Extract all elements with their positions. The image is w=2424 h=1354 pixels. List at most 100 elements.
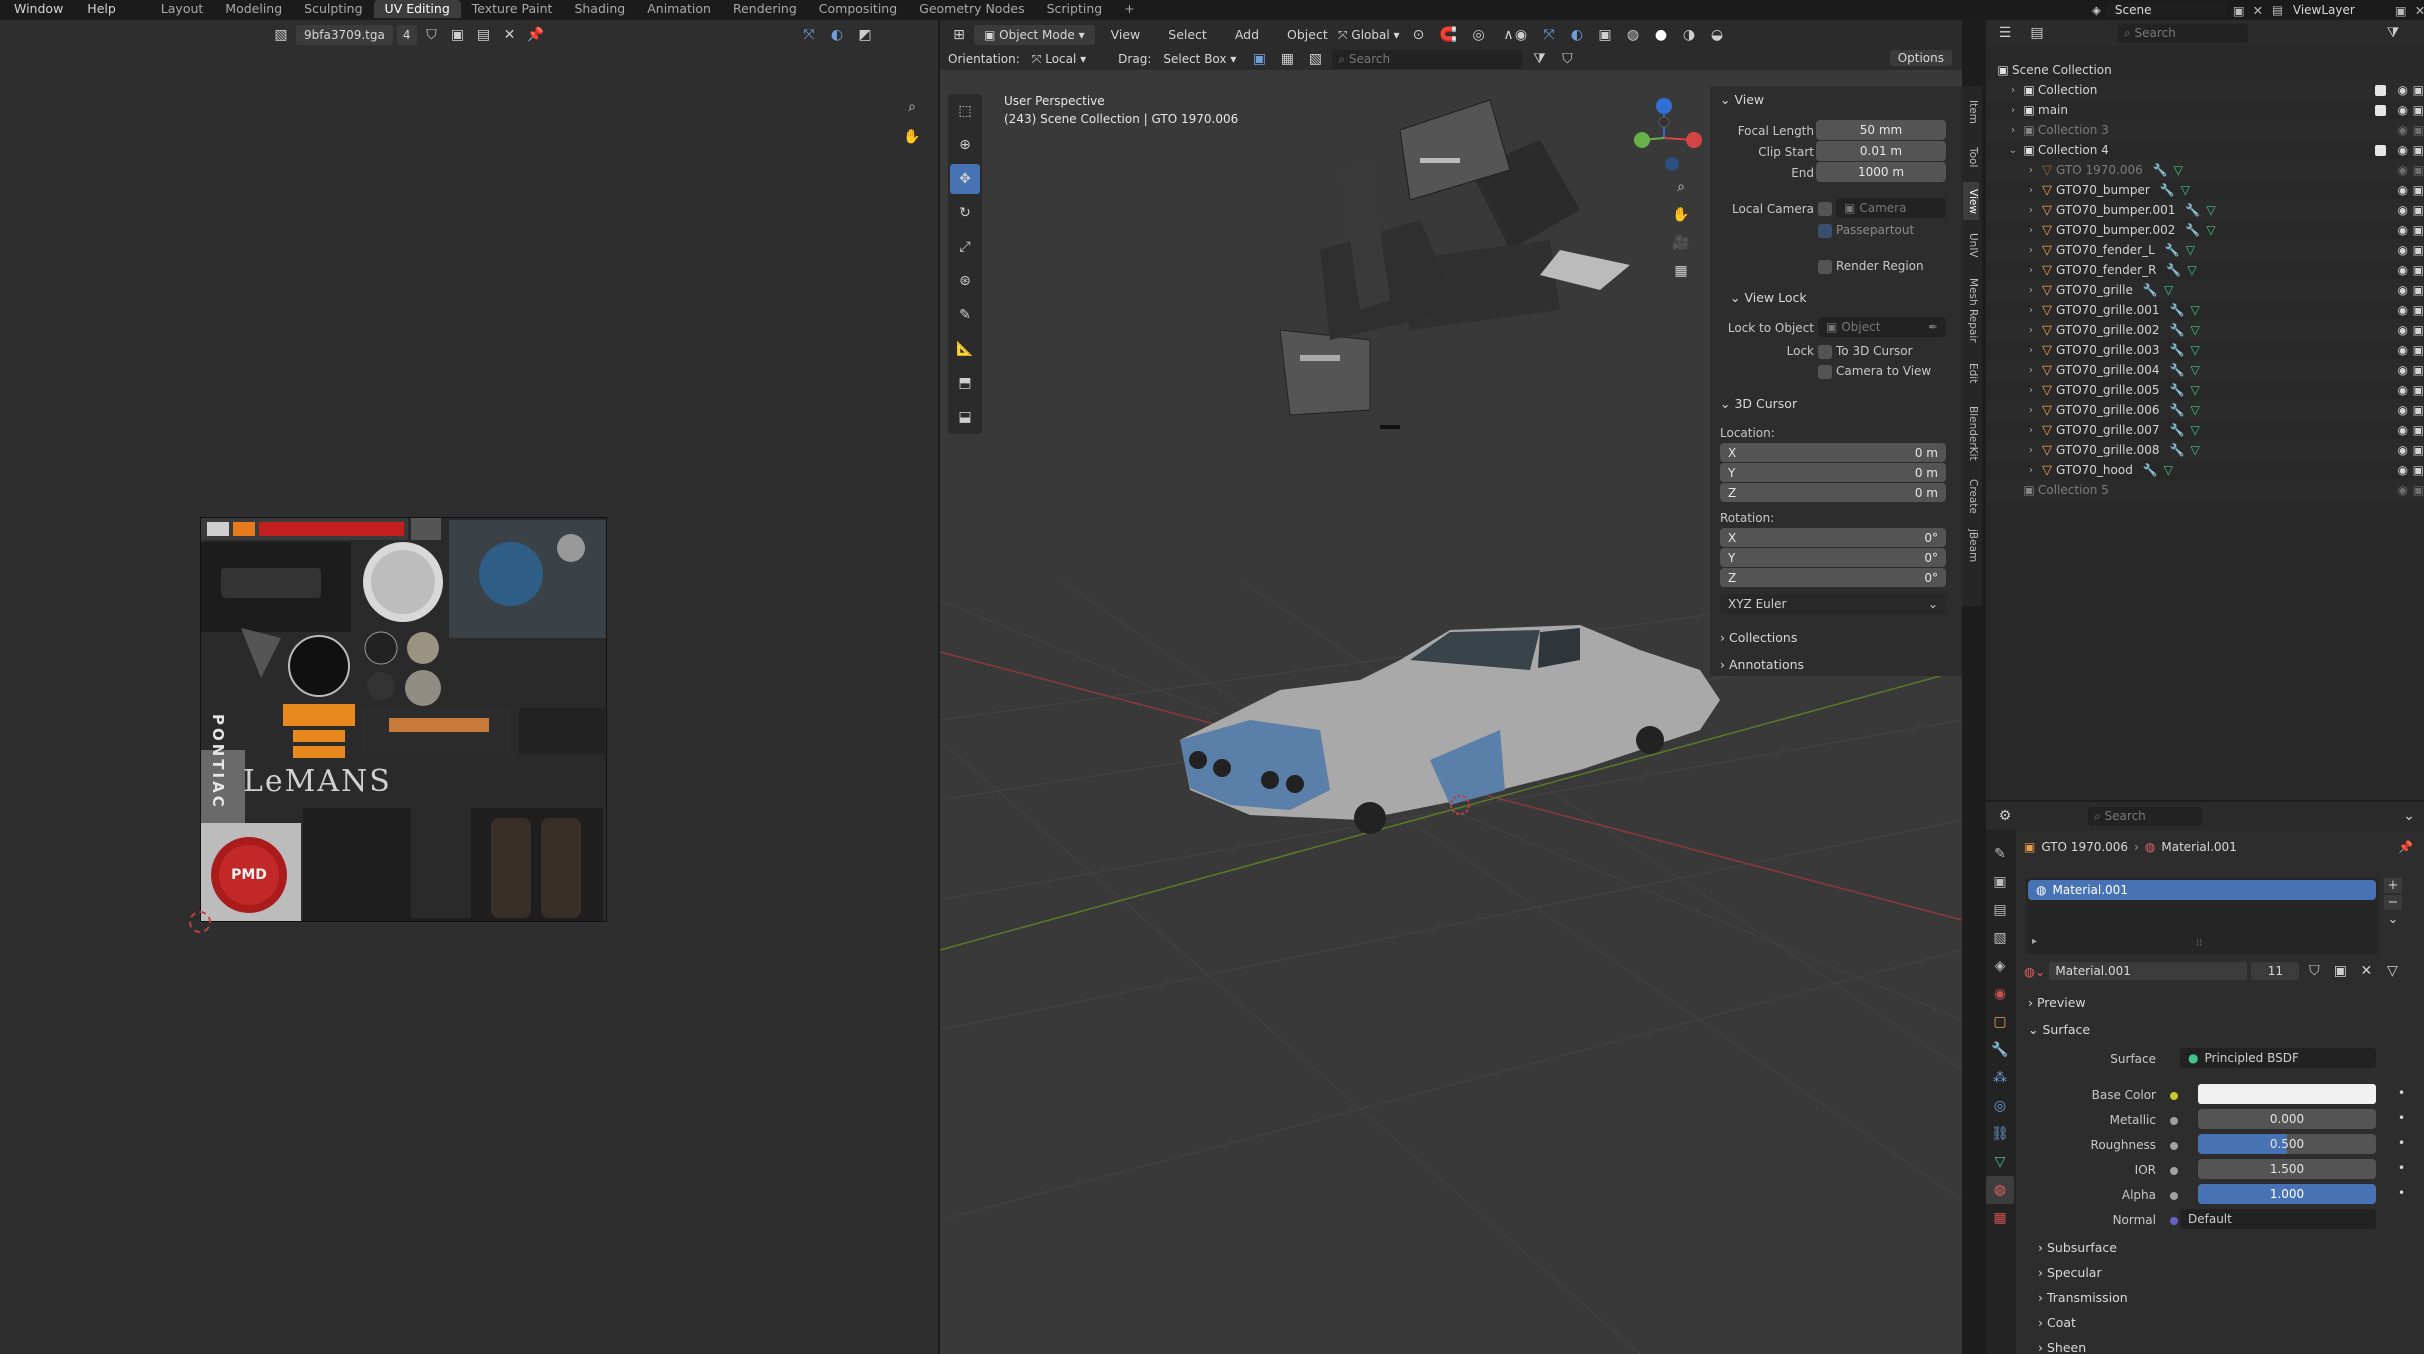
ortho-toggle-icon[interactable]: ▦ bbox=[1670, 260, 1692, 282]
render-camera-icon[interactable]: ▣ bbox=[2413, 123, 2424, 137]
clip-start-field[interactable]: 0.01 m bbox=[1816, 141, 1946, 161]
expand-toggle-icon[interactable]: › bbox=[2024, 185, 2038, 196]
particles-tab-icon[interactable]: ⁂ bbox=[1986, 1064, 2014, 1092]
outliner-object-row[interactable]: › ▽ GTO70_grille 🔧 ▽ ◉ ▣ bbox=[1986, 280, 2424, 300]
output-tab-icon[interactable]: ▤ bbox=[1986, 896, 2014, 924]
material-fake-user-icon[interactable]: ⛉ bbox=[2303, 960, 2325, 982]
outliner-object-row[interactable]: › ▽ GTO70_hood 🔧 ▽ ◉ ▣ bbox=[1986, 460, 2424, 480]
tab-univ[interactable]: UnIV bbox=[1963, 228, 1979, 262]
slot-resize-handle[interactable]: ⁝⁝ bbox=[2196, 938, 2202, 949]
render-camera-icon[interactable]: ▣ bbox=[2413, 143, 2424, 157]
render-region-checkbox[interactable] bbox=[1818, 260, 1832, 274]
outliner-collection-row[interactable]: ⌄ ▣ Collection 4 ◉ ▣ bbox=[1986, 140, 2424, 160]
gizmo-icon[interactable]: ⤧ bbox=[1538, 24, 1560, 46]
render-camera-icon[interactable]: ▣ bbox=[2413, 283, 2424, 297]
slot-specials-icon[interactable]: ⌄ bbox=[2384, 912, 2402, 927]
overlays-icon[interactable]: ◐ bbox=[1566, 24, 1588, 46]
location-y-field[interactable]: Y 0 m bbox=[1720, 463, 1946, 482]
3d-cursor-section-header[interactable]: ⌄ 3D Cursor bbox=[1720, 396, 1797, 411]
unlink-material-icon[interactable]: ✕ bbox=[2355, 960, 2377, 982]
alpha-socket-icon[interactable] bbox=[2170, 1192, 2178, 1200]
visibility-eye-icon[interactable]: ◉ bbox=[2398, 443, 2408, 457]
visibility-eye-icon[interactable]: ◉ bbox=[2398, 243, 2408, 257]
visibility-eye-icon[interactable]: ◉ bbox=[2398, 343, 2408, 357]
rotation-x-field[interactable]: X 0° bbox=[1720, 528, 1946, 547]
annotations-section-header[interactable]: › Annotations bbox=[1720, 657, 1804, 672]
render-camera-icon[interactable]: ▣ bbox=[2413, 163, 2424, 177]
new-image-icon[interactable]: ▣ bbox=[447, 24, 469, 46]
menu-window[interactable]: Window bbox=[0, 0, 75, 18]
outliner-object-row[interactable]: › ▽ GTO70_grille.008 🔧 ▽ ◉ ▣ bbox=[1986, 440, 2424, 460]
object-tab-icon[interactable]: ▢ bbox=[1986, 1008, 2014, 1036]
expand-toggle-icon[interactable]: › bbox=[2024, 325, 2038, 336]
render-camera-icon[interactable]: ▣ bbox=[2413, 183, 2424, 197]
scene-collection-row[interactable]: ▣ Scene Collection bbox=[1986, 60, 2424, 80]
rendered-shading-icon[interactable]: ◒ bbox=[1706, 24, 1728, 46]
expand-toggle-icon[interactable]: › bbox=[2024, 365, 2038, 376]
render-camera-icon[interactable]: ▣ bbox=[2413, 223, 2424, 237]
render-camera-icon[interactable]: ▣ bbox=[2413, 423, 2424, 437]
visibility-eye-icon[interactable]: ◉ bbox=[2398, 83, 2408, 97]
subsection-sheen[interactable]: › Sheen bbox=[2038, 1340, 2086, 1354]
material-tab-icon[interactable]: ◍ bbox=[1986, 1176, 2014, 1204]
render-tab-icon[interactable]: ▣ bbox=[1986, 868, 2014, 896]
shield-icon[interactable]: ⛉ bbox=[1556, 48, 1578, 70]
tab-tool[interactable]: Tool bbox=[1963, 140, 1979, 174]
outliner-object-row[interactable]: › ▽ GTO 1970.006 🔧 ▽ ◉ ▣ bbox=[1986, 160, 2424, 180]
menu-object[interactable]: Object bbox=[1275, 26, 1340, 44]
scene-name[interactable]: Scene bbox=[2106, 3, 2227, 17]
expand-toggle-icon[interactable]: › bbox=[2024, 465, 2038, 476]
snap-icon[interactable]: 🧲 bbox=[1438, 24, 1460, 46]
visibility-eye-icon[interactable]: ◉ bbox=[2398, 423, 2408, 437]
visibility-eye-icon[interactable]: ◉ bbox=[2398, 123, 2408, 137]
exclude-checkbox[interactable] bbox=[2375, 144, 2386, 156]
select-mode-extend-icon[interactable]: ▦ bbox=[1276, 48, 1298, 70]
pan-view-icon[interactable]: ✋ bbox=[1670, 204, 1692, 226]
render-camera-icon[interactable]: ▣ bbox=[2413, 363, 2424, 377]
visibility-eye-icon[interactable]: ◉ bbox=[2398, 463, 2408, 477]
subsection-subsurface[interactable]: › Subsurface bbox=[2038, 1240, 2117, 1255]
link-mode-icon[interactable]: ▽ bbox=[2381, 960, 2403, 982]
camera-to-view-checkbox[interactable] bbox=[1818, 365, 1832, 379]
tab-geometry-nodes[interactable]: Geometry Nodes bbox=[908, 0, 1035, 18]
data-tab-icon[interactable]: ▽ bbox=[1986, 1148, 2014, 1176]
add-cube-tool-icon[interactable]: ⬒ bbox=[950, 368, 980, 398]
gizmo-toggle-icon[interactable]: ⤧ bbox=[798, 24, 820, 46]
exclude-checkbox[interactable] bbox=[2375, 104, 2386, 116]
measure-tool-icon[interactable]: 📐 bbox=[950, 334, 980, 364]
cursor-tool-icon[interactable]: ⊕ bbox=[950, 130, 980, 160]
material-name-field[interactable]: Material.001 bbox=[2049, 962, 2248, 980]
duplicate-material-icon[interactable]: ▣ bbox=[2329, 960, 2351, 982]
render-camera-icon[interactable]: ▣ bbox=[2413, 383, 2424, 397]
scale-tool-icon[interactable]: ⤢ bbox=[950, 232, 980, 262]
outliner-filter-icon[interactable]: ⧩ bbox=[2382, 22, 2404, 44]
texture-tab-icon[interactable]: ▦ bbox=[1986, 1204, 2014, 1232]
render-camera-icon[interactable]: ▣ bbox=[2413, 263, 2424, 277]
expand-toggle-icon[interactable]: › bbox=[2024, 385, 2038, 396]
visibility-eye-icon[interactable]: ◉ bbox=[2398, 403, 2408, 417]
visibility-eye-icon[interactable]: ◉ bbox=[2398, 263, 2408, 277]
visibility-eye-icon[interactable]: ◉ bbox=[2398, 183, 2408, 197]
tab-uv-editing[interactable]: UV Editing bbox=[373, 0, 461, 18]
options-dropdown[interactable]: Options bbox=[1889, 50, 1952, 66]
metallic-keyframe-icon[interactable]: • bbox=[2398, 1111, 2405, 1125]
filter-icon[interactable]: ⧩ bbox=[1528, 48, 1550, 70]
render-camera-icon[interactable]: ▣ bbox=[2413, 243, 2424, 257]
menu-help[interactable]: Help bbox=[75, 0, 128, 18]
open-image-icon[interactable]: ▤ bbox=[473, 24, 495, 46]
tab-animation[interactable]: Animation bbox=[636, 0, 722, 18]
tab-compositing[interactable]: Compositing bbox=[808, 0, 908, 18]
fake-user-icon[interactable]: ⛉ bbox=[421, 24, 443, 46]
expand-toggle-icon[interactable]: › bbox=[2024, 345, 2038, 356]
add-workspace-button[interactable]: + bbox=[1113, 0, 1145, 18]
expand-toggle-icon[interactable]: › bbox=[2024, 425, 2038, 436]
visibility-eye-icon[interactable]: ◉ bbox=[2398, 223, 2408, 237]
base-color-swatch[interactable] bbox=[2198, 1084, 2376, 1104]
render-camera-icon[interactable]: ▣ bbox=[2413, 343, 2424, 357]
menu-view[interactable]: View bbox=[1099, 26, 1153, 44]
zoom-icon[interactable]: ⌕ bbox=[901, 96, 923, 118]
expand-toggle-icon[interactable]: › bbox=[2024, 305, 2038, 316]
pivot-icon[interactable]: ⊙ bbox=[1408, 24, 1430, 46]
visibility-icon[interactable]: ◉ bbox=[1510, 24, 1532, 46]
surface-shader-field[interactable]: ● Principled BSDF bbox=[2180, 1048, 2376, 1068]
